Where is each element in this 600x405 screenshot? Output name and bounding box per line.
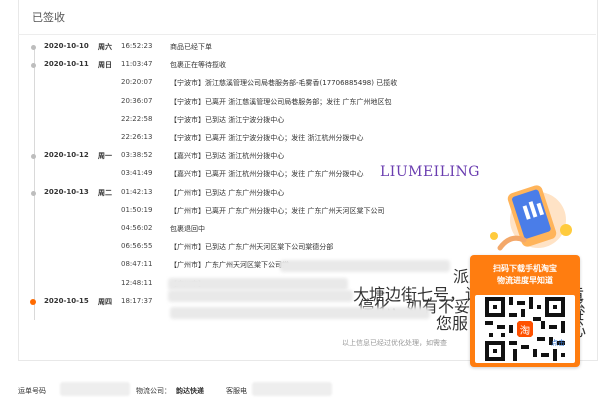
tracking-message: 【宁波市】已离开 浙江宁波分拨中心；发往 浙江杭州分拨中心 [170,134,364,142]
tracking-row: 22:26:13 【宁波市】已离开 浙江宁波分拨中心；发往 浙江杭州分拨中心 [18,127,596,145]
tracking-date: 2020-10-11 [44,60,89,69]
tracking-time: 08:47:11 [121,260,153,269]
footnote-link[interactable]: 点击 [551,338,565,348]
timeline-dot [30,298,36,305]
fragment-text: 您服 [436,314,469,333]
service-phone-redacted [252,382,332,396]
tracking-time: 20:20:07 [121,78,153,87]
qr-code-icon: 淘 [485,297,565,361]
tracking-message: 包裹退回中 [170,225,205,233]
tracking-row: 22:22:58 【宁波市】已到达 浙江宁波分拨中心 [18,109,596,127]
tracking-time: 18:17:37 [121,296,153,305]
watermark-text: LIUMEILING [380,164,480,180]
tracking-row: 2020-10-10 周六 16:52:23 商品已经下单 [18,36,596,54]
tracking-row: 20:36:07 【宁波市】已离开 浙江慈溪管理公司局巷服务部；发往 广东广州地区… [18,91,596,109]
carrier-name: 韵达快递 [176,387,204,395]
tracking-date: 2020-10-13 [44,187,89,196]
tracking-day: 周二 [98,188,112,197]
tracking-message: 【宁波市】浙江慈溪管理公司局巷服务部-毛雾香(17706885498) 已揽收 [170,79,398,88]
tracking-time: 11:03:47 [121,60,153,69]
tracking-time: 03:41:49 [121,169,153,178]
tracking-message: 【广州市】已到达 广东广州分拨中心 [170,188,285,197]
tracking-message: 【广州市】广东广州天河区棠下公司棠 [170,261,289,270]
promo-line-1: 扫码下载手机淘宝 [493,264,557,273]
waybill-label: 运单号码 [18,387,46,395]
tracking-time: 04:56:02 [121,224,153,232]
qr-code[interactable]: 淘 [475,295,575,363]
redacted-block [168,278,348,290]
panel-header: 已签收 [18,0,596,35]
tracking-day: 周一 [98,152,112,161]
service-phone-label: 客服电 [226,387,247,395]
tracking-time: 01:50:19 [121,205,153,214]
waybill-number-redacted [60,382,130,396]
redacted-block [168,290,353,302]
timeline-dot [31,154,36,160]
tracking-message: 商品已经下单 [170,43,212,51]
tracking-message: 【嘉兴市】已离开 浙江杭州分拨中心；发往 广东广州分拨中心 [170,170,364,179]
app-download-promo[interactable]: 扫码下载手机淘宝 物流进度早知道 淘 [470,255,580,367]
tracking-message: 包裹正在等待揽收 [170,61,226,70]
tracking-message: 【宁波市】已离开 浙江慈溪管理公司局巷服务部；发往 广东广州地区包 [170,97,392,106]
tracking-day: 周四 [98,297,112,306]
phone-illustration-icon [490,185,572,251]
timeline-dot [31,63,36,69]
tracking-day: 周日 [98,61,112,70]
tracking-row: 2020-10-12 周一 03:38:52 【嘉兴市】已到达 浙江杭州分拨中心 [18,145,596,163]
tracking-time: 12:48:11 [121,278,153,287]
qr-badge-text: 淘 [520,324,530,337]
redacted-block [170,307,430,319]
tracking-time: 22:22:58 [121,114,153,123]
promo-text: 扫码下载手机淘宝 物流进度早知道 [476,263,574,287]
tracking-message: 【广州市】已离开 广东广州分拨中心；发往 广东广州天河区棠下公司 [170,206,385,215]
carrier-label: 物流公司： [136,387,171,395]
timeline-dot [31,190,36,196]
tracking-message: 【宁波市】已到达 浙江宁波分拨中心 [170,115,285,124]
tracking-row: 2020-10-11 周日 11:03:47 包裹正在等待揽收 [18,54,596,72]
tracking-row: 20:20:07 【宁波市】浙江慈溪管理公司局巷服务部-毛雾香(177068854… [18,72,596,90]
tracking-time: 03:38:52 [121,151,153,160]
tracking-message: 【嘉兴市】已到达 浙江杭州分拨中心 [170,152,285,161]
tracking-time: 01:42:13 [121,187,153,196]
tracking-time: 16:52:23 [121,42,153,50]
timeline-dot [31,45,36,50]
tracking-date: 2020-10-12 [44,151,89,160]
waybill-info-bar: 运单号码 物流公司： 韵达快递 客服电 [18,378,598,405]
status-title: 已签收 [32,11,65,24]
tracking-day: 周六 [98,43,112,51]
tracking-message: 【广州市】已到达 广东广州天河区棠下公司棠德分部 [170,243,334,252]
tracking-date: 2020-10-15 [44,296,89,305]
promo-line-2: 物流进度早知道 [497,276,553,285]
tracking-time: 06:56:55 [121,242,153,251]
tracking-time: 20:36:07 [121,96,153,105]
footnote-text: 以上信息已经过优化处理，如需查 [342,339,447,347]
tracking-time: 22:26:13 [121,133,153,141]
tracking-date: 2020-10-10 [44,42,89,50]
redacted-block [280,260,450,272]
